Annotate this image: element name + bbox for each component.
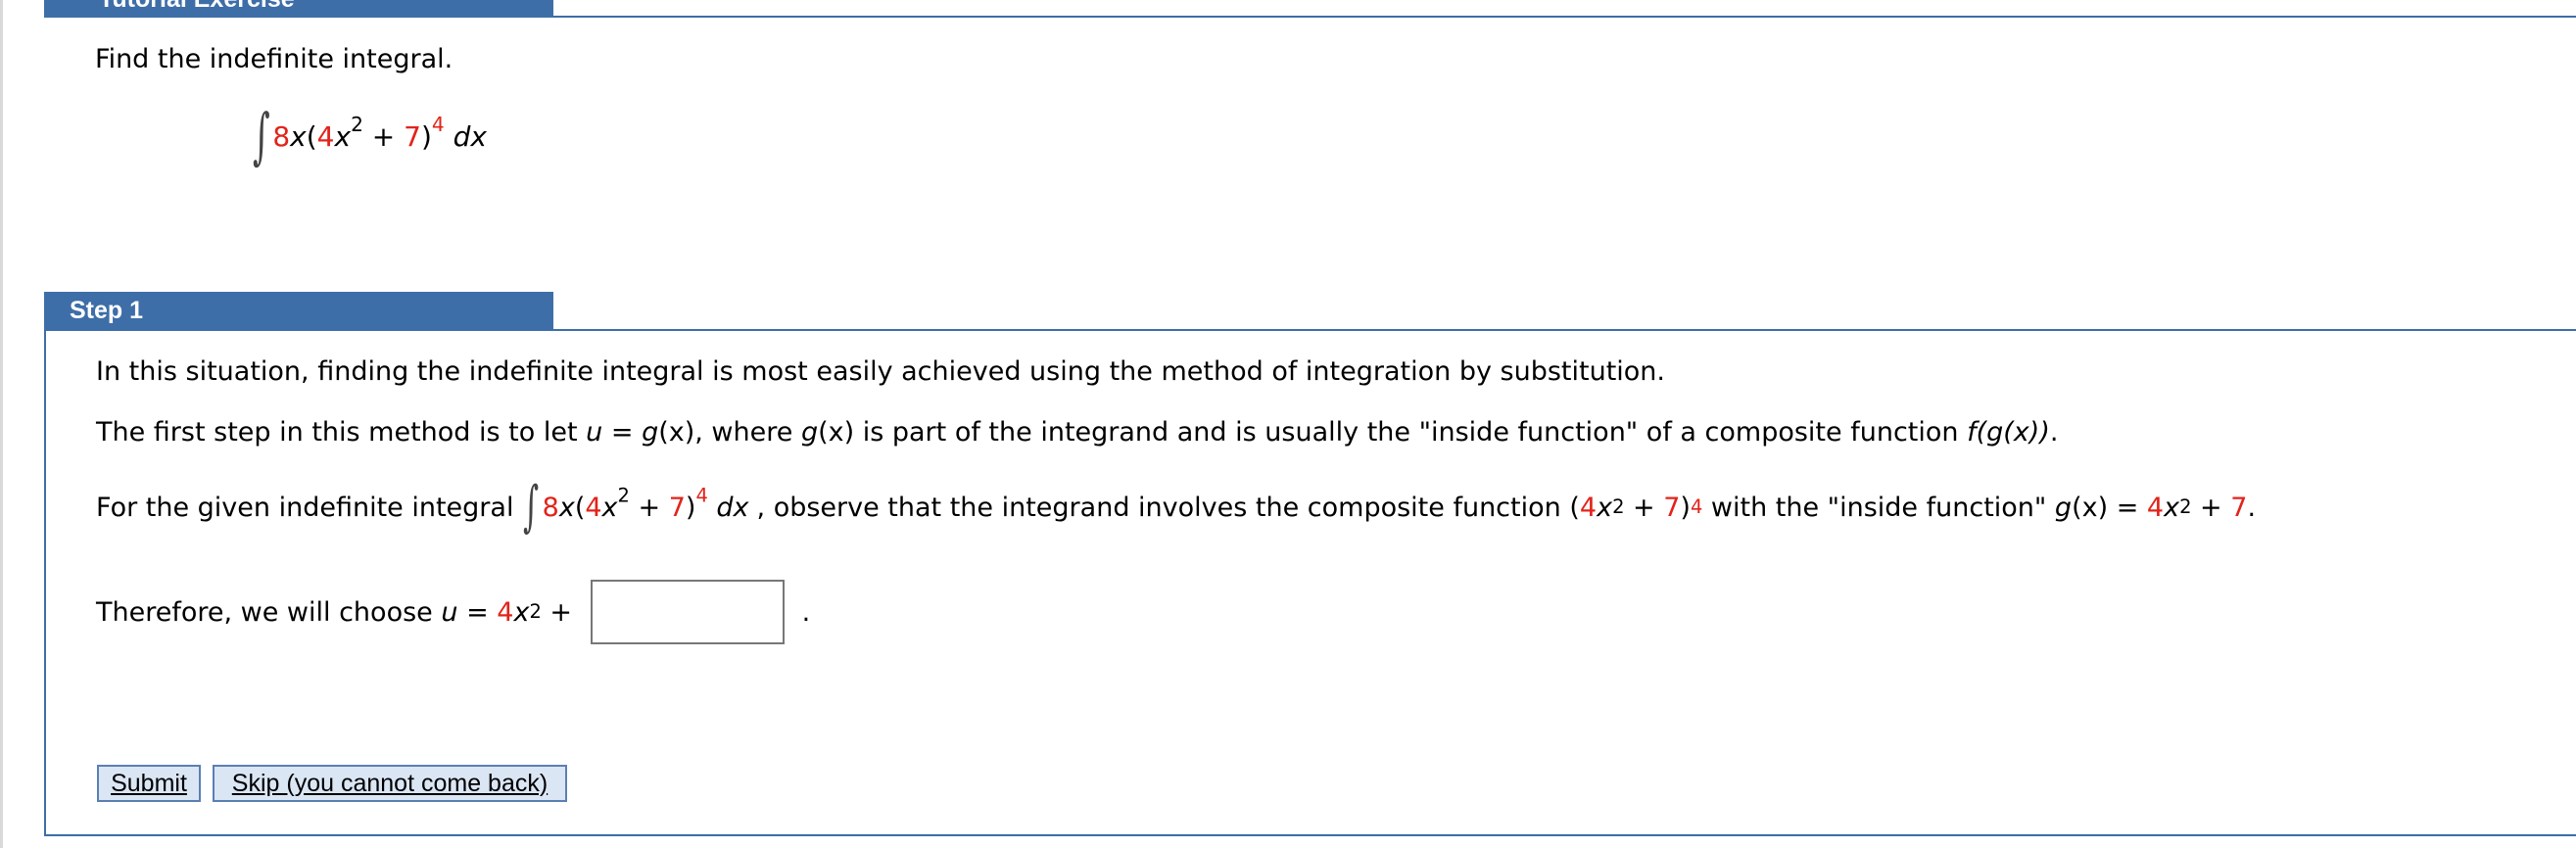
step-1-line-3: For the given indefinite integral ∫ 8x(4x… (96, 475, 2257, 539)
answer-input[interactable] (590, 580, 785, 644)
tutorial-header-rule (44, 16, 2576, 18)
problem-prompt: Find the indefinite integral. (95, 44, 453, 74)
step-1-line-2: The first step in this method is to let … (96, 417, 2059, 448)
step-1-line-4: Therefore, we will choose u = 4x2 + . (96, 580, 810, 644)
step-1-line-1: In this situation, finding the indefinit… (96, 356, 1665, 387)
integral-sign-icon: ∫ (523, 475, 540, 539)
left-border (0, 0, 3, 848)
inline-integral: ∫ 8x(4x2 + 7)4 dx (523, 475, 749, 539)
integrand: 8x(4x2 + 7)4 dx (272, 112, 487, 153)
skip-button[interactable]: Skip (you cannot come back) (213, 765, 567, 802)
integral-sign-icon: ∫ (253, 100, 270, 171)
tutorial-header: Tutorial Exercise (44, 0, 553, 16)
submit-button[interactable]: Submit (97, 765, 201, 802)
problem-integral: ∫8x(4x2 + 7)4 dx (253, 106, 487, 184)
step-1-header: Step 1 (44, 292, 553, 329)
